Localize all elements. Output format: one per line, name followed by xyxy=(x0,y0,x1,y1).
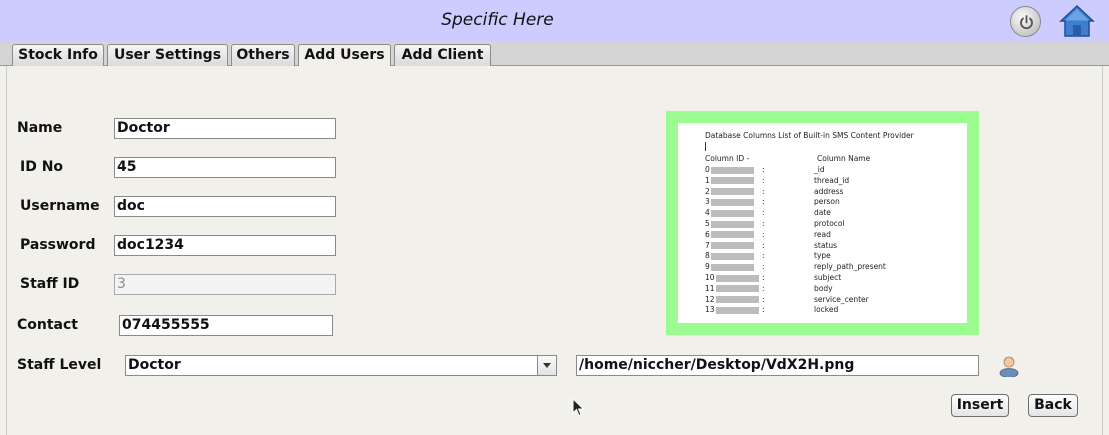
preview-row-name: protocol xyxy=(814,219,845,228)
preview-row-separator: : xyxy=(762,283,765,293)
username-field[interactable]: doc xyxy=(114,196,336,217)
preview-row-separator: : xyxy=(762,251,765,261)
image-preview: Database Columns List of Built-in SMS Co… xyxy=(666,111,979,335)
redacted-bar xyxy=(711,209,754,217)
redacted-bar xyxy=(711,220,754,228)
preview-row-separator: : xyxy=(762,165,765,174)
preview-row-name: read xyxy=(814,229,831,239)
tab-add-client[interactable]: Add Client xyxy=(394,44,491,66)
preview-row-separator: : xyxy=(762,219,765,228)
preview-row-separator: : xyxy=(762,305,765,315)
preview-row-name: reply_path_present xyxy=(814,262,886,272)
preview-row-separator: : xyxy=(762,273,765,282)
preview-row-id: 0 xyxy=(705,165,710,174)
preview-row-id: 6 xyxy=(705,229,710,239)
preview-row-separator: : xyxy=(762,294,765,304)
preview-row-separator: : xyxy=(762,208,765,218)
name-label: Name xyxy=(17,120,63,136)
preview-row-name: person xyxy=(814,197,840,207)
preview-row-name: body xyxy=(814,283,833,293)
redacted-bar xyxy=(716,285,759,293)
redacted-bar xyxy=(716,274,759,282)
preview-row-separator: : xyxy=(762,175,765,185)
tab-others[interactable]: Others xyxy=(231,44,295,66)
home-button[interactable] xyxy=(1059,4,1095,38)
password-field[interactable]: doc1234 xyxy=(114,235,336,256)
id-no-field[interactable]: 45 xyxy=(114,157,336,178)
preview-row-id: 2 xyxy=(705,186,710,196)
preview-row-name: date xyxy=(814,208,831,218)
preview-column-id-header: Column ID - xyxy=(705,154,750,163)
image-path-field[interactable]: /home/niccher/Desktop/VdX2H.png xyxy=(576,355,979,376)
preview-row-id: 13 xyxy=(705,305,715,315)
contact-field[interactable]: 074455555 xyxy=(119,315,333,336)
redacted-bar xyxy=(711,166,754,174)
redacted-bar xyxy=(711,263,754,271)
preview-row-separator: : xyxy=(762,262,765,272)
username-label: Username xyxy=(20,198,100,214)
redacted-bar xyxy=(716,296,759,304)
preview-row-name: status xyxy=(814,240,838,250)
preview-document: Database Columns List of Built-in SMS Co… xyxy=(678,123,967,323)
preview-row-name: thread_id xyxy=(814,175,850,185)
preview-row-id: 10 xyxy=(705,273,715,282)
preview-row-separator: : xyxy=(762,229,765,239)
user-icon xyxy=(999,356,1019,378)
preview-row-id: 9 xyxy=(705,262,710,272)
id-no-label: ID No xyxy=(20,159,64,175)
redacted-bar xyxy=(716,306,759,314)
redacted-bar xyxy=(711,252,754,260)
preview-title: Database Columns List of Built-in SMS Co… xyxy=(705,131,914,140)
chevron-down-icon[interactable] xyxy=(537,356,556,375)
browse-user-image-button[interactable] xyxy=(997,353,1021,378)
mouse-pointer-icon xyxy=(572,398,585,417)
power-button[interactable] xyxy=(1010,6,1041,37)
redacted-bar xyxy=(711,188,754,196)
power-icon xyxy=(1020,15,1033,30)
preview-column-name-header: Column Name xyxy=(817,154,871,163)
preview-row-id: 1 xyxy=(705,175,710,185)
preview-row-separator: : xyxy=(762,186,765,196)
tab-bar: Stock Info User Settings Others Add User… xyxy=(0,42,1109,67)
preview-row-name: _id xyxy=(814,165,825,174)
preview-row-id: 12 xyxy=(705,294,715,304)
staff-level-value: Doctor xyxy=(128,357,181,373)
preview-row-separator: : xyxy=(762,197,765,207)
back-button[interactable]: Back xyxy=(1028,394,1078,417)
redacted-bar xyxy=(711,177,754,185)
staff-id-field: 3 xyxy=(114,274,336,295)
redacted-bar xyxy=(711,242,754,250)
preview-row-name: type xyxy=(814,251,831,261)
preview-row-id: 5 xyxy=(705,219,710,228)
password-label: Password xyxy=(20,237,96,253)
preview-row-separator: : xyxy=(762,240,765,250)
preview-row-name: address xyxy=(814,186,844,196)
preview-row-name: service_center xyxy=(814,294,869,304)
preview-row-id: 8 xyxy=(705,251,710,261)
contact-label: Contact xyxy=(17,317,78,333)
tab-stock-info[interactable]: Stock Info xyxy=(12,44,104,66)
title-bar: Specific Here xyxy=(0,0,1109,42)
text-caret xyxy=(705,142,706,151)
home-icon xyxy=(1059,4,1095,37)
preview-row-id: 3 xyxy=(705,197,710,207)
preview-row-name: subject xyxy=(814,273,842,282)
preview-row-id: 11 xyxy=(705,283,715,293)
insert-button[interactable]: Insert xyxy=(951,394,1009,417)
staff-id-label: Staff ID xyxy=(20,276,80,292)
preview-row-id: 4 xyxy=(705,208,710,218)
redacted-bar xyxy=(711,231,754,239)
name-field[interactable]: Doctor xyxy=(114,118,336,139)
tab-user-settings[interactable]: User Settings xyxy=(107,44,228,66)
staff-level-select[interactable]: Doctor xyxy=(125,355,557,376)
redacted-bar xyxy=(711,198,754,206)
preview-row-name: locked xyxy=(814,305,839,315)
window-title: Specific Here xyxy=(441,10,554,30)
staff-level-label: Staff Level xyxy=(17,357,102,373)
tab-add-users[interactable]: Add Users xyxy=(298,44,391,67)
preview-row-id: 7 xyxy=(705,240,710,250)
